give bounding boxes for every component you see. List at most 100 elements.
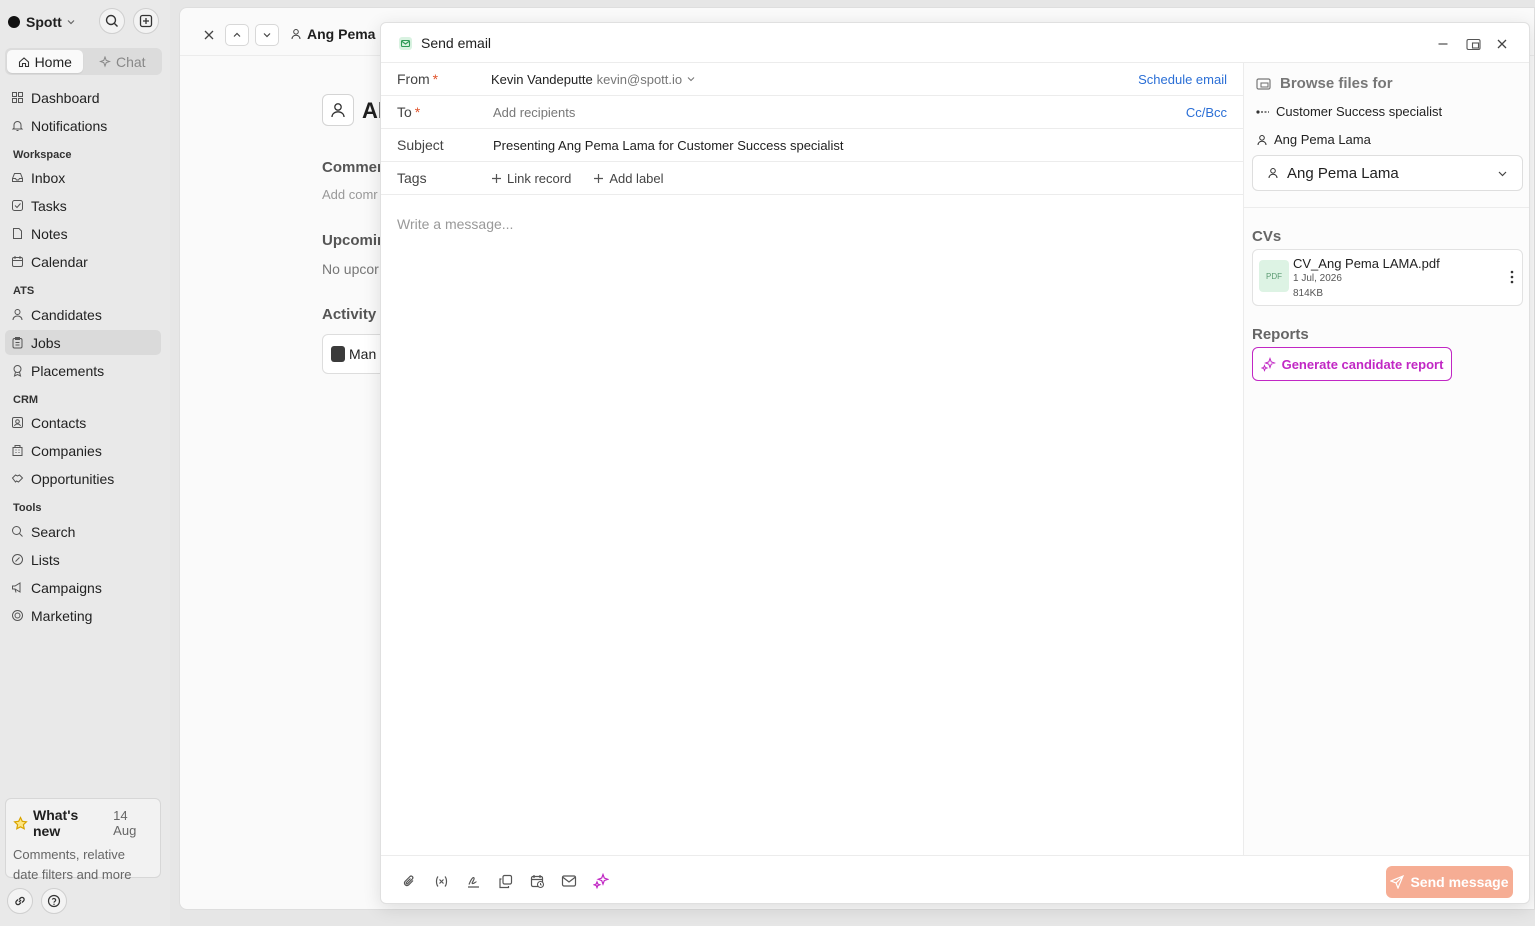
section-tools: Tools <box>13 502 42 514</box>
more-vertical-icon[interactable] <box>1510 270 1514 284</box>
ai-assist-button[interactable] <box>591 871 611 891</box>
chevron-up-icon <box>232 30 242 40</box>
whats-new-body: Comments, relative date filters and more <box>13 847 132 882</box>
whats-new-card[interactable]: What's new 14 Aug Comments, relative dat… <box>5 798 161 882</box>
sidebar-item-label: Contacts <box>31 414 87 431</box>
cv-file-size: 814KB <box>1293 288 1324 299</box>
sidebar-item-dashboard[interactable]: Dashboard <box>5 85 161 110</box>
job-context: Customer Success specialist <box>1256 104 1442 119</box>
person-icon <box>329 101 347 119</box>
sidebar-item-notes[interactable]: Notes <box>5 221 161 246</box>
signature-icon <box>466 874 481 889</box>
help-button[interactable] <box>41 888 67 914</box>
to-label: To * <box>397 104 421 120</box>
sidebar-item-lists[interactable]: Lists <box>5 547 161 572</box>
search-button[interactable] <box>99 8 125 34</box>
close-record-button[interactable] <box>197 24 221 46</box>
send-message-button[interactable]: Send message <box>1386 866 1513 898</box>
person-icon <box>1267 167 1279 179</box>
subject-input[interactable]: Presenting Ang Pema Lama for Customer Su… <box>493 138 843 153</box>
from-row: From * Kevin Vandeputte kevin@spott.io Sc… <box>381 63 1243 96</box>
sidebar-item-label: Opportunities <box>31 470 115 487</box>
add-label-button[interactable]: Add label <box>593 171 664 186</box>
calendar-icon <box>11 255 24 268</box>
from-select[interactable]: Kevin Vandeputte kevin@spott.io <box>491 72 696 87</box>
variable-button[interactable] <box>431 871 451 891</box>
activity-heading: Activity <box>322 306 377 323</box>
brand-name: Spott <box>26 14 62 30</box>
close-dialog-button[interactable] <box>1491 33 1513 55</box>
next-record-button[interactable] <box>255 24 279 46</box>
sidebar-item-companies[interactable]: Companies <box>5 438 161 463</box>
sidebar-item-label: Tasks <box>31 197 67 214</box>
tab-home[interactable]: Home <box>7 50 83 73</box>
sidebar-item-calendar[interactable]: Calendar <box>5 249 161 274</box>
section-workspace: Workspace <box>13 149 72 161</box>
sidebar-item-tasks[interactable]: Tasks <box>5 193 161 218</box>
signature-button[interactable] <box>463 871 483 891</box>
candidate-select[interactable]: Ang Pema Lama <box>1252 155 1523 191</box>
inbox-icon <box>11 171 24 184</box>
previous-record-button[interactable] <box>225 24 249 46</box>
send-icon <box>1390 875 1405 889</box>
subject-row: Subject Presenting Ang Pema Lama for Cus… <box>381 129 1243 162</box>
sidebar-item-label: Placements <box>31 362 105 379</box>
generate-report-button[interactable]: Generate candidate report <box>1252 347 1452 381</box>
sender-name: Kevin Vandeputte <box>491 71 593 87</box>
sidebar-item-opportunities[interactable]: Opportunities <box>5 466 161 491</box>
sidebar-item-jobs[interactable]: Jobs <box>5 330 161 355</box>
comments-heading: Commer <box>322 159 383 176</box>
sidebar-item-label: Search <box>31 523 76 540</box>
help-icon <box>47 894 61 908</box>
grid-icon <box>11 91 24 104</box>
sidebar-item-label: Jobs <box>31 334 61 351</box>
link-button[interactable] <box>7 888 33 914</box>
schedule-email-link[interactable]: Schedule email <box>1138 72 1227 87</box>
email-template-button[interactable] <box>559 871 579 891</box>
sidebar-item-campaigns[interactable]: Campaigns <box>5 575 161 600</box>
sidebar-item-label: Notes <box>31 225 68 242</box>
sidebar-item-notifications[interactable]: Notifications <box>5 113 161 138</box>
sidebar-item-search[interactable]: Search <box>5 519 161 544</box>
candidate-name-label: Ang Pema Lama <box>1274 132 1371 147</box>
tab-home-label: Home <box>34 53 72 70</box>
message-body[interactable]: Write a message... <box>397 216 513 232</box>
recipients-input[interactable]: Add recipients <box>493 105 575 120</box>
generate-report-label: Generate candidate report <box>1281 356 1444 372</box>
section-crm: CRM <box>13 394 39 406</box>
sidebar-item-placements[interactable]: Placements <box>5 358 161 383</box>
to-row: To * Add recipients Cc/Bcc <box>381 96 1243 129</box>
template-button[interactable] <box>495 871 515 891</box>
contact-card-icon <box>11 416 24 429</box>
popout-button[interactable] <box>1463 33 1485 55</box>
section-ats: ATS <box>13 285 35 297</box>
sidebar-item-label: Dashboard <box>31 89 100 106</box>
divider <box>1244 207 1529 208</box>
sidebar-item-contacts[interactable]: Contacts <box>5 410 161 435</box>
meeting-button[interactable] <box>527 871 547 891</box>
sidebar-item-marketing[interactable]: Marketing <box>5 603 161 628</box>
record-title: Ang Pema L <box>307 26 388 42</box>
minimize-button[interactable] <box>1432 33 1454 55</box>
cv-file-card[interactable]: PDF CV_Ang Pema LAMA.pdf 1 Jul, 2026 814… <box>1252 249 1523 306</box>
sidebar-item-inbox[interactable]: Inbox <box>5 165 161 190</box>
link-record-button[interactable]: Link record <box>491 171 571 186</box>
cc-bcc-link[interactable]: Cc/Bcc <box>1186 105 1227 120</box>
sidebar-item-candidates[interactable]: Candidates <box>5 302 161 327</box>
tab-chat[interactable]: Chat <box>85 50 161 73</box>
activity-card-label: Man <box>349 346 377 362</box>
paperclip-icon <box>402 874 417 889</box>
home-icon <box>18 56 30 68</box>
new-item-button[interactable] <box>133 8 159 34</box>
sidebar-item-label: Candidates <box>31 306 102 323</box>
plus-icon <box>593 173 604 184</box>
tags-actions: Link record Add label <box>491 171 682 186</box>
avatar <box>331 346 345 362</box>
comment-input[interactable]: Add comr <box>322 187 378 202</box>
whats-new-title: What's new <box>33 807 79 839</box>
checkbox-icon <box>11 199 24 212</box>
chevron-down-icon <box>66 17 76 27</box>
workspace-switcher[interactable]: Spott <box>8 10 76 34</box>
note-icon <box>11 227 24 240</box>
attach-button[interactable] <box>399 871 419 891</box>
